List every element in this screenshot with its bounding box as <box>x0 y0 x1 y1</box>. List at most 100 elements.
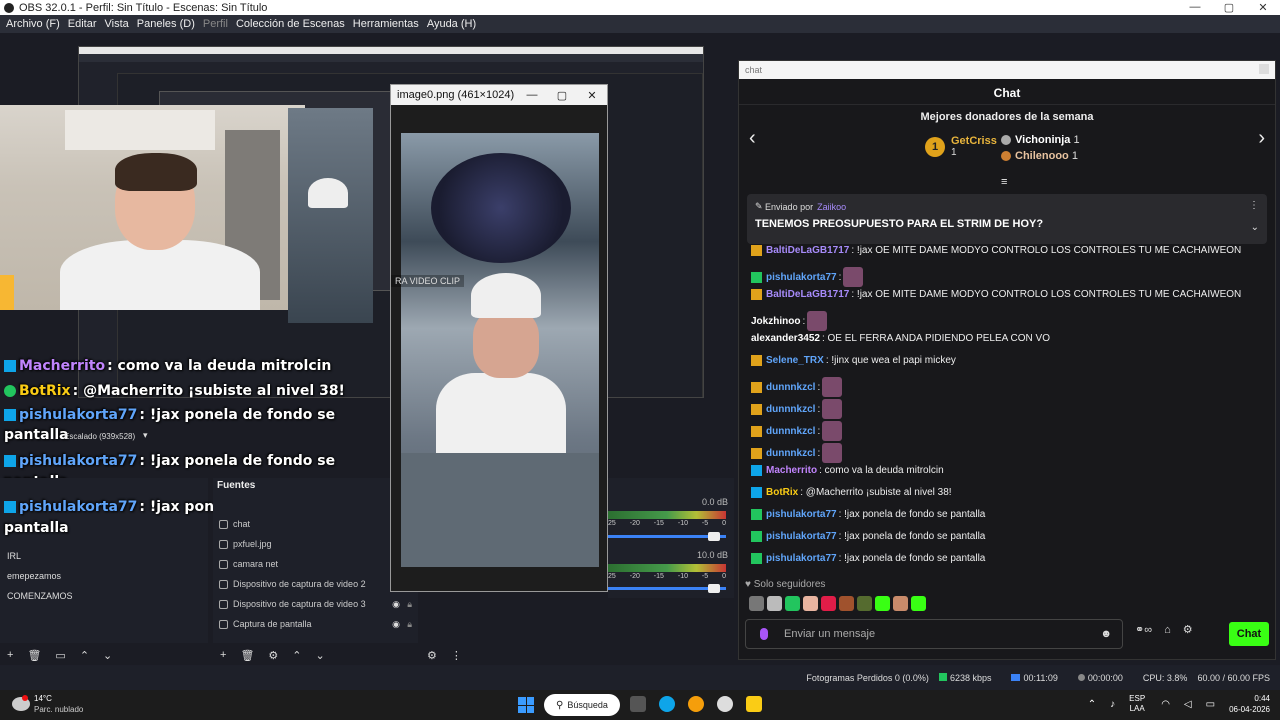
viewer-minimize-button[interactable]: — <box>517 89 547 102</box>
move-up-icon[interactable]: ⌃ <box>80 649 89 662</box>
send-chat-button[interactable]: Chat <box>1229 622 1269 646</box>
viewer-close-button[interactable]: ✕ <box>577 89 607 102</box>
minimize-button[interactable]: — <box>1178 1 1212 14</box>
settings-gear-icon[interactable]: ⚙︎ <box>1183 623 1193 636</box>
scene-item[interactable]: IRL <box>0 546 208 566</box>
store-icon[interactable]: ⌂ <box>1164 624 1171 636</box>
volume-slider[interactable] <box>608 532 726 541</box>
source-properties-gear-icon[interactable]: ⚙︎ <box>268 649 278 662</box>
microphone-tray-icon[interactable]: ♪ <box>1110 699 1115 710</box>
menu-vista[interactable]: Vista <box>105 18 129 30</box>
chat-username[interactable]: Selene_TRX <box>766 355 824 366</box>
chat-username[interactable]: BaltiDeLaGB1717 <box>766 245 849 256</box>
eye-icon[interactable]: ◉ <box>392 599 400 610</box>
address-close-button[interactable] <box>1259 64 1269 74</box>
chat-username[interactable]: pishulakorta77 <box>766 531 837 542</box>
kicks-icon[interactable]: ⚭∞ <box>1135 623 1152 636</box>
lock-icon[interactable]: 🔒︎ <box>400 619 412 630</box>
chevron-left-icon[interactable]: ‹ <box>749 127 756 150</box>
eye-icon[interactable]: ◉ <box>392 619 400 630</box>
add-scene-button[interactable]: + <box>7 649 13 661</box>
expand-banner-icon[interactable]: ≡ <box>1001 176 1007 188</box>
scene-item[interactable]: COMENZAMOS <box>0 586 208 606</box>
chat-username[interactable]: dunnnkzcl <box>766 382 815 393</box>
chat-username[interactable]: pishulakorta77 <box>766 509 837 520</box>
language-indicator[interactable]: ESP LAA <box>1129 694 1145 714</box>
menu-coleccion-escenas[interactable]: Colección de Escenas <box>236 18 345 30</box>
scaling-dropdown-icon[interactable]: ▾ <box>143 430 148 441</box>
source-item[interactable]: camara net◉ <box>213 554 418 574</box>
file-explorer-icon[interactable] <box>746 696 762 712</box>
volume-icon[interactable]: ◁ <box>1184 699 1192 710</box>
viewer-maximize-button[interactable]: ▢ <box>547 89 577 102</box>
emote-icon[interactable] <box>875 596 890 611</box>
add-source-button[interactable]: + <box>220 649 226 661</box>
clock[interactable]: 0:44 06-04-2026 <box>1229 693 1270 715</box>
emote-icon[interactable] <box>803 596 818 611</box>
weather-widget[interactable]: 14°C Parc. nublado <box>12 693 83 715</box>
move-down-icon[interactable]: ⌄ <box>103 649 112 662</box>
chevron-up-icon[interactable]: ⌃ <box>1088 699 1096 710</box>
emote-icon[interactable] <box>839 596 854 611</box>
obs-icon[interactable] <box>717 696 733 712</box>
source-item[interactable]: Dispositivo de captura de video 2◉ <box>213 574 418 594</box>
menu-ayuda[interactable]: Ayuda (H) <box>427 18 476 30</box>
audio-settings-icon[interactable]: ⚙︎ <box>427 649 437 662</box>
chat-username[interactable]: dunnnkzcl <box>766 448 815 459</box>
menu-herramientas[interactable]: Herramientas <box>353 18 419 30</box>
emote-icon[interactable] <box>767 596 782 611</box>
source-item[interactable]: Dispositivo de captura de video 3 ◉ 🔒︎ <box>213 594 418 614</box>
source-item[interactable]: Captura de pantalla ◉ 🔒︎ <box>213 614 418 634</box>
chat-username[interactable]: BaltiDeLaGB1717 <box>766 289 849 300</box>
image-viewer-window[interactable]: image0.png (461×1024) — ▢ ✕ RA VIDEO CLI… <box>390 84 608 592</box>
menu-editar[interactable]: Editar <box>68 18 97 30</box>
move-up-icon[interactable]: ⌃ <box>292 649 301 662</box>
emote-icon[interactable] <box>857 596 872 611</box>
emoji-icon[interactable]: ☻ <box>1100 628 1112 640</box>
chat-username[interactable]: Macherrito <box>766 465 817 476</box>
remove-scene-button[interactable]: 🗑︎ <box>27 649 41 662</box>
chrome-icon[interactable] <box>688 696 704 712</box>
chat-username[interactable]: pishulakorta77 <box>766 553 837 564</box>
chat-username[interactable]: dunnnkzcl <box>766 426 815 437</box>
more-options-icon[interactable]: ⋮ <box>451 649 462 662</box>
microphone-icon[interactable] <box>760 628 768 640</box>
lock-icon[interactable]: 🔒︎ <box>400 599 412 610</box>
emote-icon[interactable] <box>911 596 926 611</box>
battery-icon[interactable]: ▭ <box>1206 699 1215 710</box>
wifi-icon[interactable]: ◠ <box>1161 699 1170 710</box>
chat-address-bar[interactable]: chat <box>739 61 1275 79</box>
move-down-icon[interactable]: ⌄ <box>316 649 325 662</box>
taskbar-search[interactable]: ⚲ Búsqueda <box>544 694 620 716</box>
chat-username[interactable]: alexander3452 <box>751 333 820 344</box>
pinned-user[interactable]: Zaiikoo <box>817 202 846 212</box>
slider-handle[interactable] <box>708 584 720 593</box>
emote-icon[interactable] <box>893 596 908 611</box>
maximize-button[interactable]: ▢ <box>1212 1 1246 14</box>
scene-item[interactable]: emepezamos <box>0 566 208 586</box>
emote-icon[interactable] <box>749 596 764 611</box>
emote-icon[interactable] <box>821 596 836 611</box>
source-item[interactable]: pxfuel.jpg◉ <box>213 534 418 554</box>
chevron-down-icon[interactable]: ⌄ <box>1251 222 1259 233</box>
slider-handle[interactable] <box>708 532 720 541</box>
edge-icon[interactable] <box>659 696 675 712</box>
chat-username[interactable]: pishulakorta77 <box>766 272 837 283</box>
chat-username[interactable]: BotRix <box>766 487 798 498</box>
pinned-menu-icon[interactable]: ⋮ <box>1249 200 1259 211</box>
remove-source-button[interactable]: 🗑︎ <box>240 649 254 662</box>
menu-perfil[interactable]: Perfil <box>203 18 228 30</box>
close-button[interactable]: ✕ <box>1246 1 1280 14</box>
menu-archivo[interactable]: Archivo (F) <box>6 18 60 30</box>
source-item[interactable]: chat◉ <box>213 514 418 534</box>
chat-username[interactable]: dunnnkzcl <box>766 404 815 415</box>
emote-icon[interactable] <box>785 596 800 611</box>
chat-message-input[interactable]: Enviar un mensaje ☻ <box>745 619 1123 649</box>
task-view-icon[interactable] <box>630 696 646 712</box>
menu-paneles[interactable]: Paneles (D) <box>137 18 195 30</box>
chevron-right-icon[interactable]: › <box>1258 127 1265 150</box>
chat-username[interactable]: Jokzhinoo <box>751 316 800 327</box>
start-button[interactable] <box>518 697 534 713</box>
volume-slider[interactable] <box>608 584 726 593</box>
scene-filter-button[interactable]: ▭ <box>55 649 65 662</box>
